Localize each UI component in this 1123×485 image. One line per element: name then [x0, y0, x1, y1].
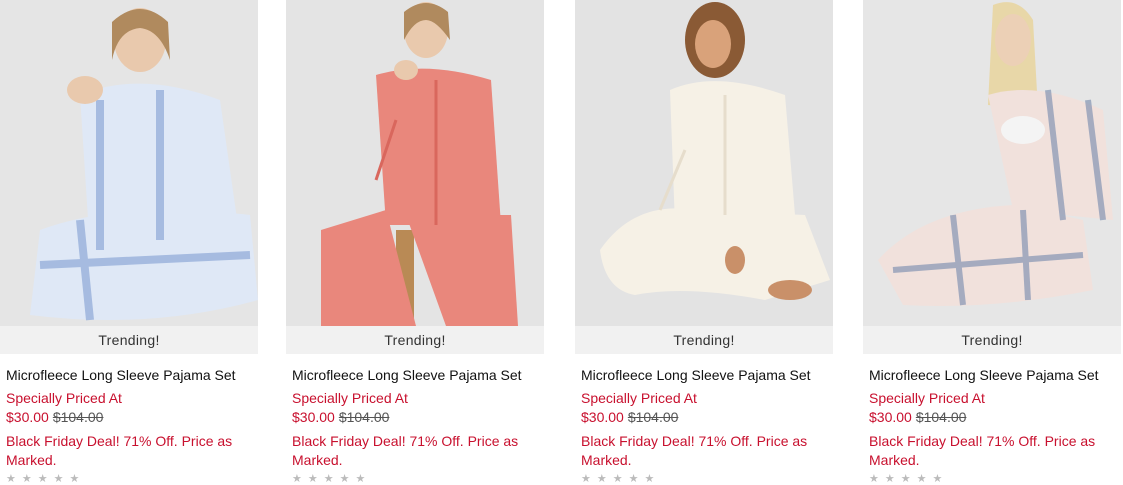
original-price: $104.00 [52, 409, 104, 425]
trending-badge: Trending! [575, 326, 833, 354]
product-photo-placeholder [575, 0, 833, 326]
deal-text: Black Friday Deal! 71% Off. Price as Mar… [6, 433, 233, 468]
sale-price: $30.00 [869, 409, 912, 425]
product-title-link[interactable]: Microfleece Long Sleeve Pajama Set [6, 367, 236, 383]
trending-badge: Trending! [286, 326, 544, 354]
sale-price: $30.00 [292, 409, 335, 425]
rating-stars: ★★★★★ [6, 473, 86, 485]
product-card[interactable]: Trending! Microfleece Long Sleeve Pajama… [575, 0, 835, 485]
promo-label: Specially Priced At [581, 390, 697, 406]
original-price: $104.00 [338, 409, 390, 425]
product-photo-placeholder [863, 0, 1121, 326]
rating-stars: ★★★★★ [292, 473, 372, 485]
product-title-link[interactable]: Microfleece Long Sleeve Pajama Set [581, 367, 811, 383]
rating-stars: ★★★★★ [869, 473, 949, 485]
product-image[interactable] [863, 0, 1121, 326]
deal-text: Black Friday Deal! 71% Off. Price as Mar… [869, 433, 1096, 468]
price-row: $30.00 $104.00 [869, 409, 966, 425]
trending-badge: Trending! [863, 326, 1121, 354]
product-image[interactable] [575, 0, 833, 326]
sale-price: $30.00 [6, 409, 49, 425]
original-price: $104.00 [915, 409, 967, 425]
product-image[interactable] [286, 0, 544, 326]
product-grid: Trending! Microfleece Long Sleeve Pajama… [0, 0, 1123, 485]
product-photo-placeholder [286, 0, 544, 326]
promo-label: Specially Priced At [292, 390, 408, 406]
promo-label: Specially Priced At [869, 390, 985, 406]
rating-stars: ★★★★★ [581, 473, 661, 485]
product-title-link[interactable]: Microfleece Long Sleeve Pajama Set [292, 367, 522, 383]
original-price: $104.00 [627, 409, 679, 425]
promo-label: Specially Priced At [6, 390, 122, 406]
product-card[interactable]: Trending! Microfleece Long Sleeve Pajama… [863, 0, 1123, 485]
product-title-link[interactable]: Microfleece Long Sleeve Pajama Set [869, 367, 1099, 383]
trending-badge: Trending! [0, 326, 258, 354]
sale-price: $30.00 [581, 409, 624, 425]
deal-text: Black Friday Deal! 71% Off. Price as Mar… [292, 433, 519, 468]
product-photo-placeholder [0, 0, 258, 326]
deal-text: Black Friday Deal! 71% Off. Price as Mar… [581, 433, 808, 468]
price-row: $30.00 $104.00 [6, 409, 103, 425]
price-row: $30.00 $104.00 [292, 409, 389, 425]
product-card[interactable]: Trending! Microfleece Long Sleeve Pajama… [286, 0, 546, 485]
product-image[interactable] [0, 0, 258, 326]
product-card[interactable]: Trending! Microfleece Long Sleeve Pajama… [0, 0, 260, 485]
price-row: $30.00 $104.00 [581, 409, 678, 425]
